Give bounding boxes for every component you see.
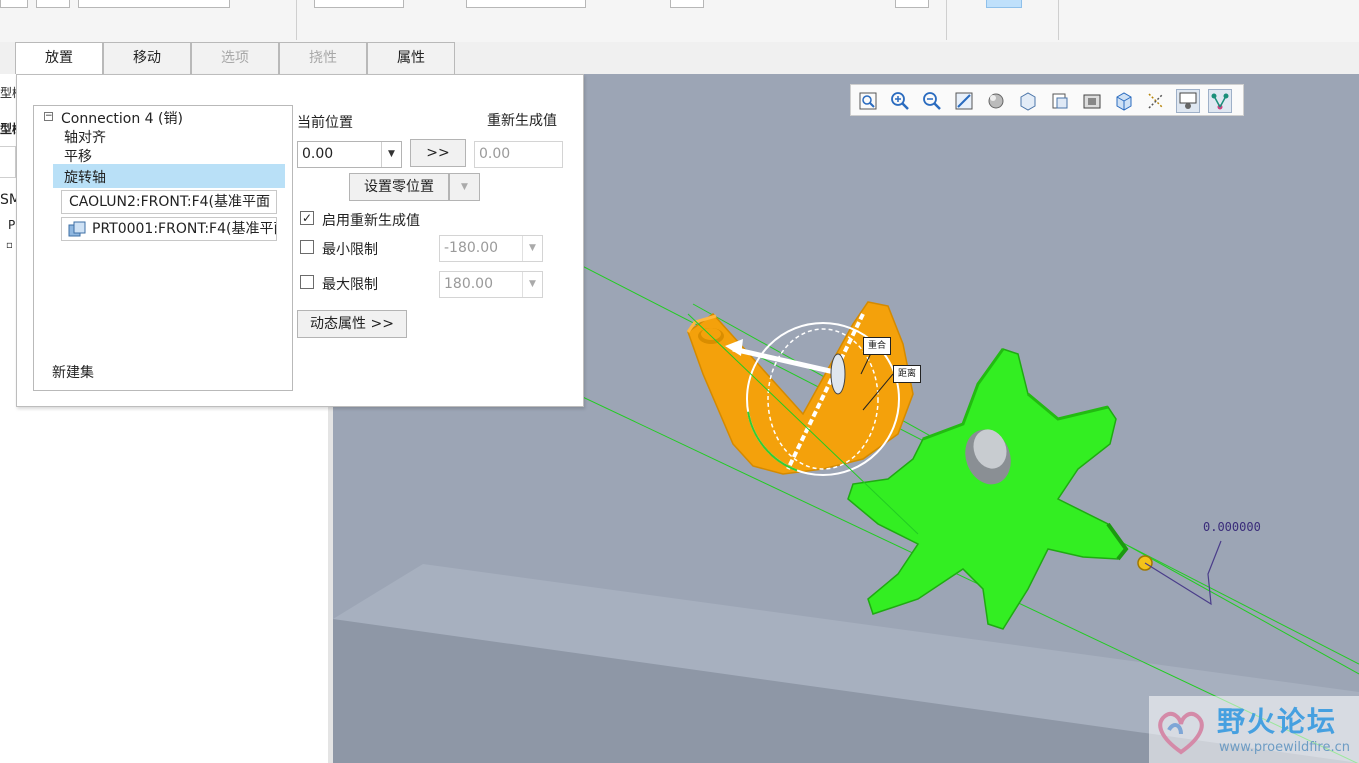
repaint-icon[interactable] bbox=[952, 89, 976, 113]
model-tree-filter-fragment[interactable] bbox=[0, 146, 16, 178]
datum-display-icon[interactable] bbox=[1144, 89, 1168, 113]
chevron-down-icon[interactable]: ▼ bbox=[381, 142, 401, 167]
transfer-button[interactable]: >> bbox=[410, 139, 466, 167]
ribbon-button-partial[interactable] bbox=[670, 0, 704, 8]
cam-part bbox=[686, 301, 914, 475]
view-manager-icon[interactable] bbox=[1048, 89, 1072, 113]
enable-regen-label: 启用重新生成值 bbox=[322, 213, 420, 229]
regen-value-field[interactable]: 0.00 bbox=[474, 141, 563, 168]
min-limit-combo[interactable]: -180.00 ▼ bbox=[439, 235, 543, 262]
constraint-tag-distance[interactable]: 距离 bbox=[893, 365, 921, 383]
constraint-axis-alignment[interactable]: 轴对齐 bbox=[64, 127, 106, 147]
min-limit-value: -180.00 bbox=[444, 240, 499, 256]
current-position-label: 当前位置 bbox=[297, 115, 353, 131]
constraint-translation[interactable]: 平移 bbox=[64, 146, 92, 166]
view-toolbar bbox=[850, 84, 1244, 116]
chevron-down-icon[interactable]: ▼ bbox=[522, 272, 542, 297]
connection-tree: − Connection 4 (销) 轴对齐 平移 旋转轴 CAOLUN2:FR… bbox=[33, 105, 293, 391]
watermark-url: www.proewildfire.cn bbox=[1219, 740, 1350, 755]
reference-collector-1[interactable]: CAOLUN2:FRONT:F4(基准平面 bbox=[61, 190, 277, 214]
tab-flexibility[interactable]: 挠性 bbox=[279, 42, 367, 74]
perspective-icon[interactable] bbox=[1080, 89, 1104, 113]
annotation-display-icon[interactable] bbox=[1176, 89, 1200, 113]
regen-value: 0.00 bbox=[479, 146, 511, 162]
model-tree-item-fragment[interactable]: P bbox=[8, 218, 15, 232]
connection-display-icon[interactable] bbox=[1208, 89, 1232, 113]
display-style-icon[interactable] bbox=[984, 89, 1008, 113]
angle-dimension-arc bbox=[1144, 540, 1222, 606]
ribbon-combo-partial[interactable] bbox=[314, 0, 404, 8]
watermark-logo-icon bbox=[1158, 711, 1204, 755]
ribbon-button-partial[interactable] bbox=[895, 0, 929, 8]
max-limit-value: 180.00 bbox=[444, 276, 493, 292]
enable-regen-checkbox[interactable]: ✓ bbox=[300, 211, 314, 225]
ribbon bbox=[0, 0, 1359, 42]
new-set-link[interactable]: 新建集 bbox=[52, 362, 94, 382]
angle-dimension-value[interactable]: 0.000000 bbox=[1203, 520, 1261, 534]
current-position-combo[interactable]: 0.00 ▼ bbox=[297, 141, 402, 168]
reference-collector-2-label: PRT0001:FRONT:F4(基准平面 bbox=[92, 221, 277, 237]
max-limit-label: 最大限制 bbox=[322, 277, 378, 293]
refit-icon[interactable] bbox=[856, 89, 880, 113]
max-limit-checkbox[interactable] bbox=[300, 275, 314, 289]
watermark-title: 野火论坛 bbox=[1217, 705, 1338, 738]
constraint-rotation-axis[interactable]: 旋转轴 bbox=[64, 167, 106, 187]
tab-options[interactable]: 选项 bbox=[191, 42, 279, 74]
model-tree-item-fragment[interactable]: ▫ bbox=[6, 240, 13, 251]
ribbon-combo-partial[interactable] bbox=[466, 0, 586, 8]
tab-placement[interactable]: 放置 bbox=[15, 42, 103, 75]
tab-move[interactable]: 移动 bbox=[103, 42, 191, 74]
zoom-out-icon[interactable] bbox=[920, 89, 944, 113]
min-limit-label: 最小限制 bbox=[322, 242, 378, 258]
watermark: 野火论坛 www.proewildfire.cn bbox=[1149, 696, 1359, 763]
ribbon-combo-partial[interactable] bbox=[78, 0, 230, 8]
placement-panel: − Connection 4 (销) 轴对齐 平移 旋转轴 CAOLUN2:FR… bbox=[16, 74, 584, 407]
constraint-tag-coincident[interactable]: 重合 bbox=[863, 337, 891, 355]
saved-views-icon[interactable] bbox=[1016, 89, 1040, 113]
min-limit-checkbox[interactable] bbox=[300, 240, 314, 254]
ribbon-button-partial[interactable] bbox=[36, 0, 70, 8]
ribbon-toggle-active[interactable] bbox=[986, 0, 1022, 8]
ribbon-button-partial[interactable] bbox=[0, 0, 28, 8]
set-zero-dropdown-chevron-icon[interactable]: ▼ bbox=[449, 173, 480, 201]
current-position-value: 0.00 bbox=[302, 146, 334, 162]
reference-collector-2[interactable]: PRT0001:FRONT:F4(基准平面 bbox=[61, 217, 277, 241]
set-zero-position-button[interactable]: 设置零位置 bbox=[349, 173, 449, 201]
collapse-icon[interactable]: − bbox=[44, 112, 53, 121]
datum-plane-icon bbox=[68, 221, 86, 240]
dynamic-properties-button[interactable]: 动态属性 >> bbox=[297, 310, 407, 338]
regen-value-label: 重新生成值 bbox=[487, 113, 557, 129]
tab-properties[interactable]: 属性 bbox=[367, 42, 455, 74]
chevron-down-icon[interactable]: ▼ bbox=[522, 236, 542, 261]
zoom-in-icon[interactable] bbox=[888, 89, 912, 113]
max-limit-combo[interactable]: 180.00 ▼ bbox=[439, 271, 543, 298]
spin-center-icon[interactable] bbox=[1112, 89, 1136, 113]
connection-node[interactable]: Connection 4 (销) bbox=[61, 108, 183, 128]
